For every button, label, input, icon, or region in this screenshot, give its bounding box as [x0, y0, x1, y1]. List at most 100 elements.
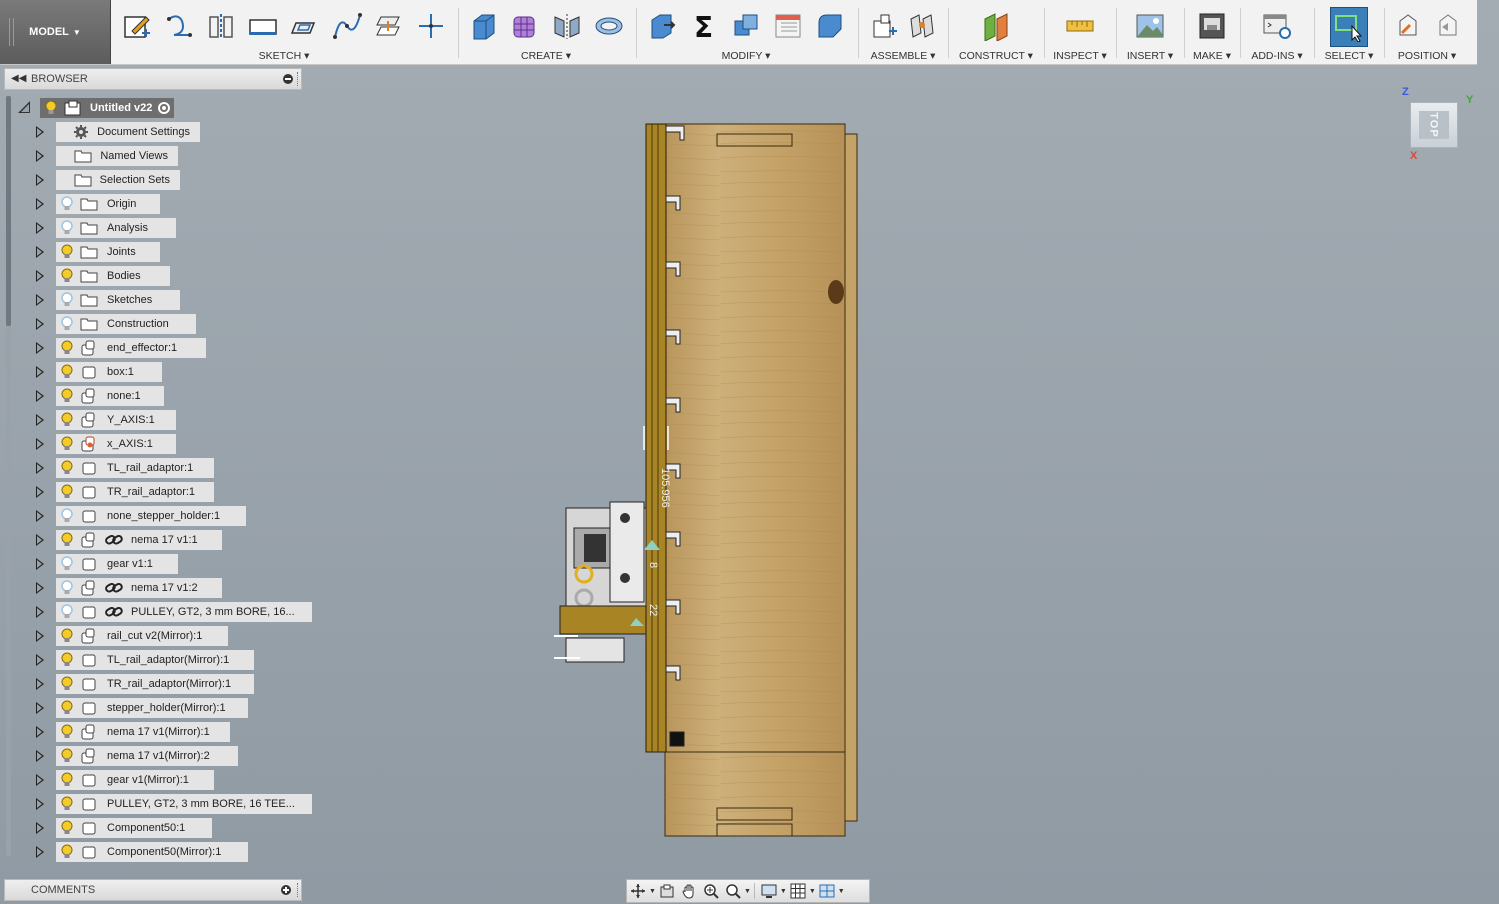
lightbulb-on-icon[interactable]	[59, 340, 75, 356]
expand-arrow-icon[interactable]	[36, 198, 44, 210]
assemble-menu[interactable]: ASSEMBLE ▾	[860, 50, 946, 62]
dimension-label-1[interactable]: 105.956	[659, 468, 671, 508]
extrude-icon[interactable]	[466, 8, 500, 44]
expand-arrow-icon[interactable]	[36, 798, 44, 810]
browser-node[interactable]: none_stepper_holder:1	[56, 506, 246, 526]
model-canvas[interactable]: 105.956 8 22	[540, 110, 880, 850]
inspect-menu[interactable]: INSPECT ▾	[1046, 50, 1114, 62]
lightbulb-off-icon[interactable]	[59, 316, 75, 332]
lightbulb-on-icon[interactable]	[59, 532, 75, 548]
line-icon[interactable]	[162, 8, 196, 44]
expand-arrow-icon[interactable]	[36, 846, 44, 858]
expand-arrow-icon[interactable]	[36, 726, 44, 738]
lightbulb-off-icon[interactable]	[59, 604, 75, 620]
expand-arrow-icon[interactable]	[36, 174, 44, 186]
browser-node[interactable]: box:1	[56, 362, 162, 382]
lightbulb-off-icon[interactable]	[59, 292, 75, 308]
toolbar-grip[interactable]	[9, 18, 14, 46]
minimize-browser-icon[interactable]	[283, 74, 293, 84]
browser-node[interactable]: Named Views	[56, 146, 178, 166]
viewports-dropdown-icon[interactable]: ▼	[838, 888, 845, 895]
expand-arrow-icon[interactable]	[36, 534, 44, 546]
browser-node[interactable]: none:1	[56, 386, 164, 406]
browser-node[interactable]: TL_rail_adaptor(Mirror):1	[56, 650, 254, 670]
lightbulb-on-icon[interactable]	[59, 628, 75, 644]
browser-node[interactable]: Document Settings	[56, 122, 200, 142]
sketch-menu[interactable]: SKETCH ▾	[112, 50, 456, 62]
lightbulb-on-icon[interactable]	[59, 388, 75, 404]
root-component[interactable]: Untitled v22	[40, 98, 175, 118]
resize-handle[interactable]	[297, 72, 299, 86]
insert-menu[interactable]: INSERT ▾	[1118, 50, 1182, 62]
browser-node[interactable]: gear v1:1	[56, 554, 178, 574]
browser-node[interactable]: nema 17 v1(Mirror):1	[56, 722, 230, 742]
look-at-icon[interactable]	[656, 881, 678, 901]
expand-arrow-icon[interactable]	[36, 222, 44, 234]
scrollbar-thumb[interactable]	[6, 96, 11, 326]
construct-menu[interactable]: CONSTRUCT ▾	[950, 50, 1042, 62]
offset-plane-icon[interactable]	[372, 8, 406, 44]
orbit-icon[interactable]	[627, 881, 649, 901]
browser-node[interactable]: end_effector:1	[56, 338, 206, 358]
collapse-panel-icon[interactable]: ◀◀	[11, 73, 26, 84]
lightbulb-on-icon[interactable]	[59, 796, 75, 812]
position-menu[interactable]: POSITION ▾	[1386, 50, 1468, 62]
browser-node[interactable]: gear v1(Mirror):1	[56, 770, 214, 790]
stepper-assembly[interactable]	[554, 501, 660, 663]
display-dropdown-icon[interactable]: ▼	[780, 888, 787, 895]
bottom-board[interactable]	[664, 751, 846, 837]
expand-arrow-icon[interactable]	[36, 774, 44, 786]
lightbulb-on-icon[interactable]	[59, 460, 75, 476]
viewports-icon[interactable]	[816, 881, 838, 901]
collapse-root-icon[interactable]	[18, 101, 30, 113]
expand-arrow-icon[interactable]	[36, 510, 44, 522]
expand-arrow-icon[interactable]	[36, 486, 44, 498]
point-icon[interactable]	[414, 8, 448, 44]
lightbulb-on-icon[interactable]	[59, 844, 75, 860]
mirror-body-icon[interactable]	[550, 8, 584, 44]
browser-node[interactable]: rail_cut v2(Mirror):1	[56, 626, 228, 646]
browser-node[interactable]: TL_rail_adaptor:1	[56, 458, 214, 478]
orbit-dropdown-icon[interactable]: ▼	[649, 888, 656, 895]
pan-hand-icon[interactable]	[678, 881, 700, 901]
expand-arrow-icon[interactable]	[36, 246, 44, 258]
capture-position-icon[interactable]	[1390, 8, 1424, 44]
modify-menu[interactable]: MODIFY ▾	[638, 50, 854, 62]
joint-icon[interactable]	[905, 8, 939, 44]
browser-node[interactable]: nema 17 v1:2	[56, 578, 222, 598]
spline-icon[interactable]	[330, 8, 364, 44]
dimension-label-3[interactable]: 22	[647, 604, 659, 616]
browser-node[interactable]: nema 17 v1(Mirror):2	[56, 746, 238, 766]
expand-arrow-icon[interactable]	[36, 318, 44, 330]
browser-node[interactable]: Construction	[56, 314, 196, 334]
grid-settings-icon[interactable]	[787, 881, 809, 901]
browser-node[interactable]: Selection Sets	[56, 170, 180, 190]
addins-menu[interactable]: ADD-INS ▾	[1242, 50, 1312, 62]
expand-arrow-icon[interactable]	[36, 750, 44, 762]
lightbulb-on-icon[interactable]	[59, 772, 75, 788]
browser-node[interactable]: Bodies	[56, 266, 170, 286]
grid-dropdown-icon[interactable]: ▼	[809, 888, 816, 895]
lightbulb-on-icon[interactable]	[59, 268, 75, 284]
wood-panel[interactable]	[663, 123, 846, 753]
press-pull-icon[interactable]	[645, 8, 679, 44]
create-sketch-icon[interactable]	[120, 8, 154, 44]
select-icon[interactable]	[1330, 7, 1368, 47]
lightbulb-on-icon[interactable]	[59, 244, 75, 260]
expand-arrow-icon[interactable]	[36, 678, 44, 690]
measure-icon[interactable]	[1063, 8, 1097, 44]
browser-node[interactable]: nema 17 v1:1	[56, 530, 222, 550]
sketch-mirror-icon[interactable]	[204, 8, 238, 44]
expand-arrow-icon[interactable]	[36, 390, 44, 402]
lightbulb-on-icon[interactable]	[59, 676, 75, 692]
browser-node[interactable]: Component50(Mirror):1	[56, 842, 248, 862]
expand-arrow-icon[interactable]	[36, 462, 44, 474]
lightbulb-on-icon[interactable]	[59, 484, 75, 500]
add-comment-icon[interactable]	[281, 885, 291, 895]
expand-arrow-icon[interactable]	[36, 342, 44, 354]
lightbulb-on-icon[interactable]	[59, 652, 75, 668]
lightbulb-off-icon[interactable]	[59, 220, 75, 236]
browser-node[interactable]: Origin	[56, 194, 160, 214]
expand-arrow-icon[interactable]	[36, 630, 44, 642]
browser-scrollbar[interactable]	[6, 96, 11, 856]
